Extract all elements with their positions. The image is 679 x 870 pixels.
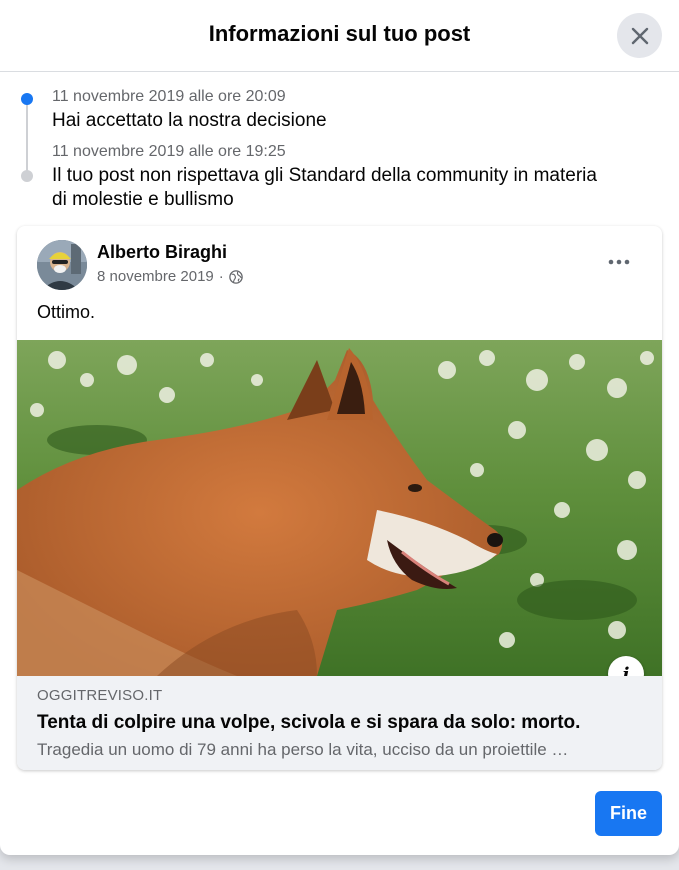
timeline-text-line1: Il tuo post non rispettava gli Standard … [52,165,597,186]
post-date[interactable]: 8 novembre 2019 [97,268,214,285]
post-card: Alberto Biraghi 8 novembre 2019 · Ottimo… [17,226,662,770]
globe-icon [228,269,243,284]
close-button[interactable] [617,13,662,58]
dialog-title: Informazioni sul tuo post [208,21,471,46]
avatar[interactable] [37,240,87,290]
dialog-header: Informazioni sul tuo post [0,0,679,72]
timeline-date: 11 novembre 2019 alle ore 19:25 [52,143,286,160]
post-info-dialog: Informazioni sul tuo post 11 novembre 20… [0,0,679,855]
more-options-button[interactable] [605,252,633,272]
link-preview[interactable]: OGGITREVISO.IT Tenta di colpire una volp… [17,676,662,770]
timeline-dot-past [21,170,33,182]
timeline-date: 11 novembre 2019 alle ore 20:09 [52,88,286,105]
timeline-line [26,98,28,176]
timeline-text: Hai accettato la nostra decisione [52,110,327,131]
post-image[interactable] [17,340,662,676]
author-name[interactable]: Alberto Biraghi [97,242,227,263]
close-icon [631,27,648,44]
post-meta: 8 novembre 2019 · [97,268,243,285]
meta-separator: · [218,268,224,285]
link-domain: OGGITREVISO.IT [37,687,163,704]
done-button[interactable]: Fine [595,791,662,836]
status-timeline: 11 novembre 2019 alle ore 20:09 Hai acce… [0,84,679,224]
link-description: Tragedia un uomo di 79 anni ha perso la … [37,740,569,759]
timeline-dot-current [21,93,33,105]
timeline-text-line2: di molestie e bullismo [52,189,234,210]
fox-image [17,340,662,676]
more-options-icon [608,259,630,265]
link-title: Tenta di colpire una volpe, scivola e si… [37,712,581,733]
post-text: Ottimo. [37,302,96,322]
